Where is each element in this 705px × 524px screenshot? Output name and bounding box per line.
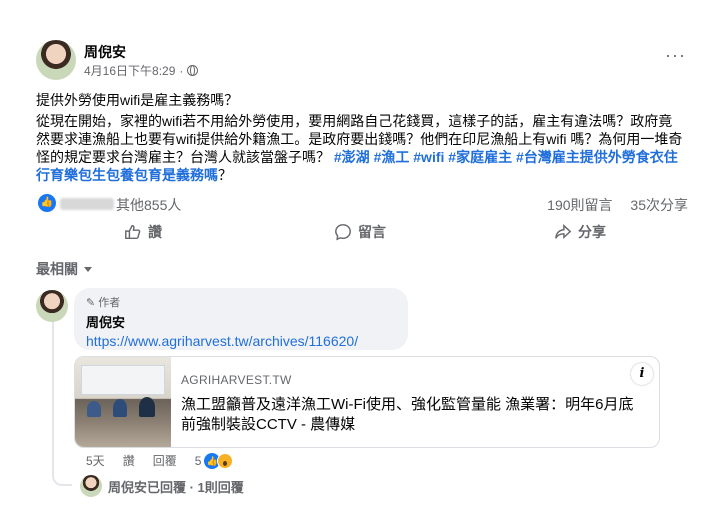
reactions-bar: 👍 其他855人 190則留言 35次分享 xyxy=(36,194,688,214)
comment-button[interactable]: 留言 xyxy=(334,222,386,242)
caret-down-icon xyxy=(84,266,92,272)
post-header: 周倪安 4月16日下午8:29 · ··· xyxy=(36,40,686,82)
post-body: 從現在開始，家裡的wifi若不用給外勞使用，要用網路自己花錢買，這樣子的話，雇主… xyxy=(36,112,684,184)
view-replies-button[interactable]: 周倪安已回覆 · 1則回覆 xyxy=(80,475,244,497)
author-tag: ✎ 作者 xyxy=(86,294,396,310)
author-avatar[interactable] xyxy=(36,40,76,80)
reactors-count[interactable]: 其他855人 xyxy=(116,195,181,215)
hashtag-penghu[interactable]: #澎湖 xyxy=(334,149,370,165)
preview-title[interactable]: 漁工盟籲普及遠洋漁工Wi-Fi使用、強化監管量能 漁業署：明年6月底前強制裝設C… xyxy=(181,395,641,435)
meta-separator: · xyxy=(179,63,184,78)
thumb-person xyxy=(113,399,127,417)
post-meta: 4月16日下午8:29 · xyxy=(84,62,199,79)
comment-reaction-count[interactable]: 5 xyxy=(195,454,202,468)
comment-bubble-icon xyxy=(335,224,351,241)
thumb-person xyxy=(87,401,101,417)
share-button[interactable]: 分享 xyxy=(554,222,606,242)
thumb-projector-screen xyxy=(81,365,165,395)
shares-count[interactable]: 35次分享 xyxy=(630,197,688,213)
comments-count[interactable]: 190則留言 xyxy=(547,197,612,213)
thumbs-up-icon xyxy=(125,224,141,240)
comment-bubble: ✎ 作者 周倪安 https://www.agriharvest.tw/arch… xyxy=(74,288,408,350)
sort-label-text: 最相關 xyxy=(36,261,78,277)
blurred-reactor-names xyxy=(60,198,114,210)
share-label: 分享 xyxy=(578,224,606,240)
comment-link[interactable]: https://www.agriharvest.tw/archives/1166… xyxy=(86,333,396,349)
comment-sort-dropdown[interactable]: 最相關 xyxy=(36,259,92,279)
globe-icon xyxy=(187,65,199,76)
comment-actions: 5天 讚 回覆 5 👍 xyxy=(86,452,234,469)
comment-time[interactable]: 5天 xyxy=(86,452,105,469)
like-button[interactable]: 讚 xyxy=(124,222,162,242)
comment-reply-button[interactable]: 回覆 xyxy=(153,452,177,469)
share-arrow-icon xyxy=(555,224,572,240)
reply-avatar xyxy=(80,475,102,497)
post-timestamp[interactable]: 4月16日下午8:29 xyxy=(84,62,175,79)
post-actions-bar: 讚 留言 分享 xyxy=(36,220,688,246)
preview-text: AGRIHARVEST.TW 漁工盟籲普及遠洋漁工Wi-Fi使用、強化監管量能 … xyxy=(181,373,641,435)
comment-label: 留言 xyxy=(358,224,386,240)
thumbs-up-icon[interactable]: 👍 xyxy=(38,194,56,212)
hashtag-wifi[interactable]: #wifi xyxy=(413,149,444,165)
reply-thread-line xyxy=(52,322,72,486)
commenter-avatar[interactable] xyxy=(36,290,68,322)
hashtag-household-employer[interactable]: #家庭雇主 xyxy=(448,149,512,165)
comment-like-button[interactable]: 讚 xyxy=(123,452,135,469)
commenter-name[interactable]: 周倪安 xyxy=(86,312,396,331)
reply-summary: 周倪安已回覆 · 1則回覆 xyxy=(108,479,244,495)
preview-domain: AGRIHARVEST.TW xyxy=(181,373,292,387)
pencil-icon: ✎ xyxy=(86,296,96,309)
more-options-button[interactable]: ··· xyxy=(665,46,686,64)
author-tag-label: 作者 xyxy=(98,297,121,309)
thumb-person xyxy=(139,397,155,417)
preview-thumbnail xyxy=(75,357,171,447)
wow-reaction-icon xyxy=(217,452,234,469)
post-title: 提供外勞使用wifi是雇主義務嗎？ xyxy=(36,92,239,108)
author-name[interactable]: 周倪安 xyxy=(84,42,126,62)
info-icon[interactable]: i xyxy=(631,363,653,385)
hashtag-fishing-worker[interactable]: #漁工 xyxy=(374,149,410,165)
post-stats: 190則留言 35次分享 xyxy=(533,195,688,215)
like-label: 讚 xyxy=(148,224,162,240)
link-preview-card[interactable]: AGRIHARVEST.TW 漁工盟籲普及遠洋漁工Wi-Fi使用、強化監管量能 … xyxy=(74,356,660,448)
post-body-end: ？ xyxy=(218,167,232,183)
